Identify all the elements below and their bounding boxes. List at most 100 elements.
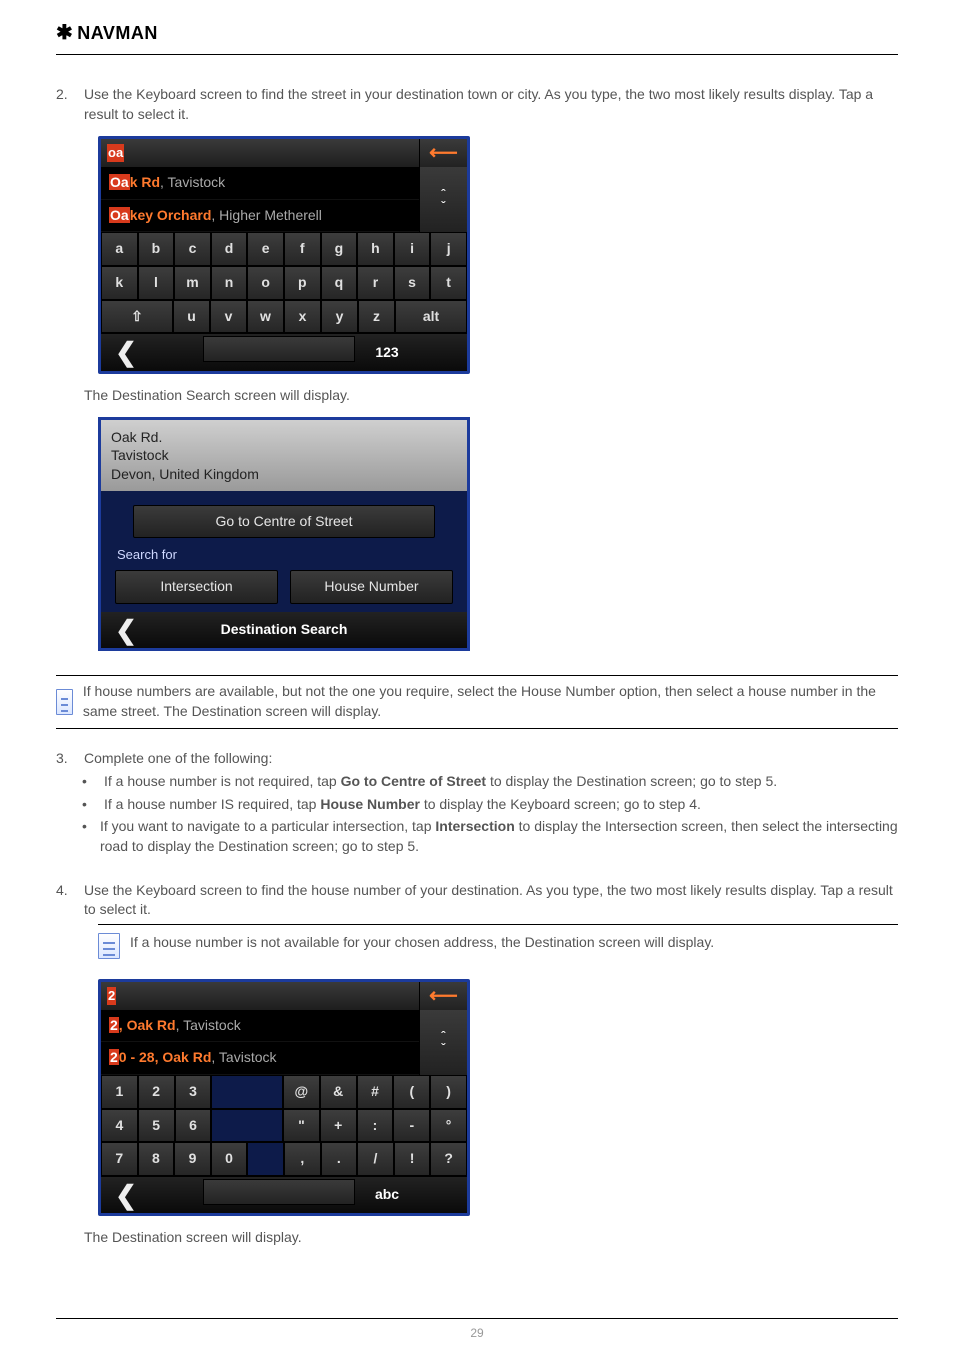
key[interactable]: d bbox=[211, 232, 248, 266]
key[interactable]: b bbox=[138, 232, 175, 266]
step-2-number: 2. bbox=[56, 85, 76, 105]
key[interactable]: p bbox=[284, 266, 321, 300]
key[interactable]: f bbox=[284, 232, 321, 266]
key[interactable]: i bbox=[394, 232, 431, 266]
key[interactable]: 2 bbox=[138, 1075, 175, 1109]
brand-icon: ✱ bbox=[56, 19, 73, 47]
backspace-icon[interactable]: ⟵ bbox=[419, 982, 467, 1010]
key[interactable]: " bbox=[283, 1109, 320, 1143]
back-chevron-icon[interactable]: ❮ bbox=[101, 1177, 151, 1213]
key[interactable]: 3 bbox=[175, 1075, 212, 1109]
device-screenshot-keyboard-numeric: 2 ⟵ 2, Oak Rd, Tavistock 20 - 28, Oak Rd… bbox=[98, 979, 470, 1216]
key[interactable]: e bbox=[247, 232, 284, 266]
back-chevron-icon[interactable]: ❮ bbox=[101, 612, 151, 648]
step-2-text: Use the Keyboard screen to find the stre… bbox=[84, 85, 898, 124]
backspace-icon[interactable]: ⟵ bbox=[419, 139, 467, 167]
key[interactable]: # bbox=[357, 1075, 394, 1109]
address-line3: Devon, United Kingdom bbox=[111, 465, 457, 483]
scroll-updown-button[interactable]: ˆ ˇ bbox=[419, 1010, 467, 1075]
key[interactable]: l bbox=[138, 266, 175, 300]
key[interactable]: , bbox=[284, 1142, 321, 1176]
house-number-button[interactable]: House Number bbox=[290, 570, 453, 604]
search-input-bar[interactable]: oa bbox=[101, 139, 419, 167]
key[interactable]: & bbox=[320, 1075, 357, 1109]
shift-key[interactable]: ⇧ bbox=[101, 300, 173, 334]
step-4-number: 4. bbox=[56, 881, 76, 901]
key[interactable]: w bbox=[247, 300, 284, 334]
step-4-text: Use the Keyboard screen to find the hous… bbox=[84, 881, 898, 920]
list-item[interactable]: 20 - 28, Oak Rd, Tavistock bbox=[101, 1042, 419, 1075]
list-item[interactable]: Oak Rd, Tavistock bbox=[101, 167, 419, 200]
key[interactable]: v bbox=[210, 300, 247, 334]
go-to-centre-button[interactable]: Go to Centre of Street bbox=[133, 505, 435, 539]
destination-search-title: Destination Search bbox=[151, 616, 417, 644]
key[interactable]: x bbox=[284, 300, 321, 334]
key[interactable]: c bbox=[174, 232, 211, 266]
list-item[interactable]: Oakey Orchard, Higher Metherell bbox=[101, 200, 419, 233]
key[interactable]: @ bbox=[283, 1075, 320, 1109]
back-chevron-icon[interactable]: ❮ bbox=[101, 334, 151, 370]
mode-toggle-abc[interactable]: abc bbox=[357, 1177, 417, 1213]
key[interactable]: 8 bbox=[138, 1142, 175, 1176]
key[interactable]: g bbox=[321, 232, 358, 266]
spacebar-key[interactable] bbox=[203, 336, 355, 362]
note-box: If house numbers are available, but not … bbox=[56, 675, 898, 728]
step-3: 3. Complete one of the following: • If a… bbox=[56, 749, 898, 857]
key[interactable]: / bbox=[357, 1142, 394, 1176]
key[interactable]: 0 bbox=[211, 1142, 248, 1176]
keyboard-numeric: 1 2 3 @ & # ( ) 4 5 6 bbox=[101, 1075, 467, 1176]
key[interactable]: ( bbox=[393, 1075, 430, 1109]
alt-key[interactable]: alt bbox=[395, 300, 467, 334]
key[interactable]: s bbox=[394, 266, 431, 300]
key[interactable]: 4 bbox=[101, 1109, 138, 1143]
mode-toggle-123[interactable]: 123 bbox=[357, 334, 417, 370]
key[interactable]: t bbox=[430, 266, 467, 300]
note-text: If house numbers are available, but not … bbox=[83, 682, 898, 721]
page-footer: 29 bbox=[56, 1318, 898, 1342]
key[interactable]: ! bbox=[394, 1142, 431, 1176]
search-input-bar[interactable]: 2 bbox=[101, 982, 419, 1010]
key[interactable]: k bbox=[101, 266, 138, 300]
step-2-result: The Destination Search screen will displ… bbox=[84, 386, 898, 406]
key[interactable]: ? bbox=[430, 1142, 467, 1176]
key[interactable]: 6 bbox=[175, 1109, 212, 1143]
result-list: Oak Rd, Tavistock Oakey Orchard, Higher … bbox=[101, 167, 419, 232]
key[interactable]: ) bbox=[430, 1075, 467, 1109]
address-line1: Oak Rd. bbox=[111, 428, 457, 446]
destination-address: Oak Rd. Tavistock Devon, United Kingdom bbox=[101, 420, 467, 491]
scroll-updown-button[interactable]: ˆ ˇ bbox=[419, 167, 467, 232]
note-text-2: If a house number is not available for y… bbox=[130, 933, 714, 953]
key-spacer bbox=[247, 1142, 284, 1176]
key[interactable]: m bbox=[174, 266, 211, 300]
step-4: 4. Use the Keyboard screen to find the h… bbox=[56, 881, 898, 1248]
key[interactable]: - bbox=[393, 1109, 430, 1143]
key[interactable]: j bbox=[430, 232, 467, 266]
key[interactable]: q bbox=[321, 266, 358, 300]
key[interactable]: a bbox=[101, 232, 138, 266]
key[interactable]: h bbox=[357, 232, 394, 266]
step-2: 2. Use the Keyboard screen to find the s… bbox=[56, 85, 898, 651]
key[interactable]: 7 bbox=[101, 1142, 138, 1176]
result-list: 2, Oak Rd, Tavistock 20 - 28, Oak Rd, Ta… bbox=[101, 1010, 419, 1075]
key[interactable]: ° bbox=[430, 1109, 467, 1143]
key[interactable]: r bbox=[357, 266, 394, 300]
note-icon bbox=[98, 933, 120, 959]
key[interactable]: z bbox=[358, 300, 395, 334]
inner-note: If a house number is not available for y… bbox=[98, 924, 898, 967]
key[interactable]: + bbox=[320, 1109, 357, 1143]
key[interactable]: . bbox=[321, 1142, 358, 1176]
key[interactable]: 5 bbox=[138, 1109, 175, 1143]
key[interactable]: u bbox=[173, 300, 210, 334]
key[interactable]: y bbox=[321, 300, 358, 334]
list-item[interactable]: 2, Oak Rd, Tavistock bbox=[101, 1010, 419, 1043]
search-input-value: 2 bbox=[107, 987, 116, 1005]
key[interactable]: o bbox=[247, 266, 284, 300]
key[interactable]: n bbox=[211, 266, 248, 300]
spacebar-key[interactable] bbox=[203, 1179, 355, 1205]
intersection-button[interactable]: Intersection bbox=[115, 570, 278, 604]
keyboard-alpha: a b c d e f g h i j k l m bbox=[101, 232, 467, 333]
device-screenshot-keyboard-alpha: oa ⟵ Oak Rd, Tavistock Oakey Orchard, Hi… bbox=[98, 136, 470, 373]
key[interactable]: : bbox=[357, 1109, 394, 1143]
key[interactable]: 1 bbox=[101, 1075, 138, 1109]
key[interactable]: 9 bbox=[174, 1142, 211, 1176]
